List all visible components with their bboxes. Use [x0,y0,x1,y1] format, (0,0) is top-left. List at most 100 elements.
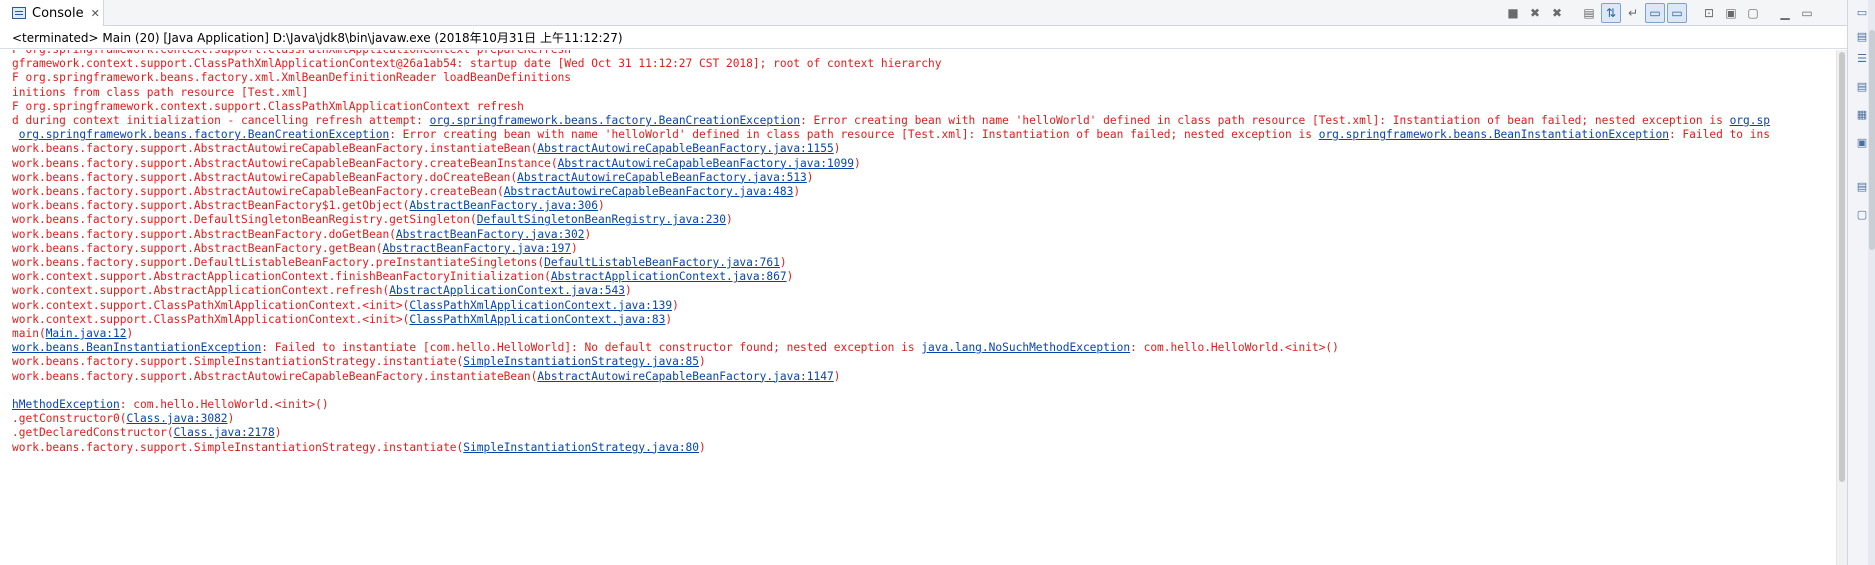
terminate-icon[interactable]: ■ [1503,3,1523,23]
launch-status: <terminated> Main (20) [Java Application… [0,27,1847,49]
bookmark-icon[interactable]: ▤ [1855,80,1869,94]
console-text: work.context.support.ClassPathXmlApplica… [12,312,410,326]
console-text: ) [833,142,841,156]
console-toolbar: ■ ✖ ✖ ▤ ⇅ ↵ ▭ ▭ ⊡ ▣ ▢ ▁ ▭ [1503,2,1817,24]
console-text: ) [725,213,733,227]
console-text: ) [624,284,632,298]
console-text: .getConstructor0( [12,412,127,426]
console-output[interactable]: F org.springframework.context.support.Cl… [0,50,1836,565]
console-text: ) [699,440,706,454]
vertical-scrollbar[interactable] [1836,50,1847,565]
console-text: ) [786,270,794,284]
stacktrace-link[interactable]: Class.java:2178 [174,426,275,439]
console-text: ) [598,199,605,213]
console-text: work.beans.factory.support.AbstractAutow… [12,369,538,383]
stacktrace-link[interactable]: AbstractAutowireCapableBeanFactory.java:… [537,370,833,383]
console-text: ) [274,426,282,440]
scrollbar-thumb[interactable] [1839,52,1845,482]
toolbar-separator [1765,3,1773,23]
console-text: work.context.support.ClassPathXmlApplica… [12,298,410,312]
console-text: ) [665,312,673,326]
console-text: ) [584,227,592,241]
stacktrace-link[interactable]: ClassPathXmlApplicationContext.java:139 [409,299,672,312]
servers-icon[interactable]: ▢ [1855,208,1869,222]
remove-all-icon[interactable]: ✖ [1547,3,1567,23]
stacktrace-link[interactable]: ClassPathXmlApplicationContext.java:83 [409,313,665,326]
console-line: work.beans.factory.support.AbstractAutow… [12,368,841,385]
stacktrace-link[interactable]: AbstractBeanFactory.java:306 [409,199,598,212]
toolbar-separator [1689,3,1697,23]
console-text: : Failed to instantiate [com.hello.Hello… [261,341,922,355]
stacktrace-link[interactable]: work.beans.BeanInstantiationException [12,341,261,354]
console-text: ) [126,327,134,340]
stacktrace-link[interactable]: hMethodException [12,398,120,411]
remove-launch-icon[interactable]: ✖ [1525,3,1545,23]
stacktrace-link[interactable]: AbstractAutowireCapableBeanFactory.java:… [537,142,833,155]
console-line: work.beans.factory.support.SimpleInstant… [12,439,706,456]
stacktrace-link[interactable]: AbstractAutowireCapableBeanFactory.java:… [517,171,807,184]
console-text: ) [793,185,801,198]
word-wrap-icon[interactable]: ↵ [1623,3,1643,23]
maximize-icon[interactable]: ▭ [1797,3,1817,23]
console-text: : Failed to ins [1668,128,1770,142]
pin-console-icon[interactable]: ⊡ [1699,3,1719,23]
console-text: work.beans.factory.support.AbstractAutow… [12,142,538,156]
history-icon[interactable]: ▤ [1855,180,1869,194]
stacktrace-link[interactable]: Class.java:3082 [127,412,228,425]
error-log-icon[interactable]: ▦ [1855,108,1869,122]
toolbar-separator [1569,3,1577,23]
close-icon[interactable]: ✕ [91,7,100,20]
stacktrace-link[interactable]: Main.java:12 [46,327,127,340]
scroll-lock-icon[interactable]: ⇅ [1601,3,1621,23]
display-console-icon[interactable]: ▣ [1721,3,1741,23]
console-text: work.beans.factory.support.AbstractBeanF… [12,227,396,241]
stacktrace-link[interactable]: SimpleInstantiationStrategy.java:85 [463,355,699,368]
stacktrace-link[interactable]: AbstractApplicationContext.java:543 [389,284,625,297]
console-text: work.beans.factory.support.AbstractBeanF… [12,199,410,213]
minimize-icon[interactable]: ▁ [1775,3,1795,23]
console-text: work.context.support.AbstractApplication… [12,284,390,298]
console-text: : Error creating bean with name 'helloWo… [389,128,1319,142]
side-scrollbar[interactable] [1868,0,1875,565]
outline-icon[interactable]: ▤ [1855,30,1869,44]
console-text: .getDeclaredConstructor( [12,426,174,440]
console-text: ) [806,170,814,184]
stacktrace-link[interactable]: DefaultSingletonBeanRegistry.java:230 [477,213,726,226]
console-text: ) [571,241,578,255]
console-text: : com.hello.HelloWorld.<init>() [119,398,329,411]
problems-icon[interactable]: ▣ [1855,136,1869,150]
clear-console-icon[interactable]: ▤ [1579,3,1599,23]
stacktrace-link[interactable]: AbstractAutowireCapableBeanFactory.java:… [504,185,794,198]
open-console-icon[interactable]: ▢ [1743,3,1763,23]
restore-icon[interactable]: ▭ [1855,6,1869,20]
console-text: ) [699,355,706,369]
console-icon [12,7,26,19]
console-text: ) [227,412,235,426]
stacktrace-link[interactable]: org.sp [1730,114,1770,127]
show-stdout-icon[interactable]: ▭ [1645,3,1665,23]
stacktrace-link[interactable]: AbstractBeanFactory.java:197 [382,242,571,255]
stacktrace-link[interactable]: DefaultListableBeanFactory.java:761 [544,256,780,269]
console-text: work.beans.factory.support.SimpleInstant… [12,355,464,369]
stacktrace-link[interactable]: AbstractApplicationContext.java:867 [551,270,787,283]
stacktrace-link[interactable]: org.springframework.beans.factory.BeanCr… [430,114,800,127]
console-text: main( [12,327,46,340]
stacktrace-link[interactable]: AbstractAutowireCapableBeanFactory.java:… [558,157,854,170]
stacktrace-link[interactable]: org.springframework.beans.BeanInstantiat… [1319,128,1669,141]
console-text: initions from class path resource [Test.… [12,85,309,99]
show-stderr-icon[interactable]: ▭ [1667,3,1687,23]
side-scrollbar-thumb[interactable] [1869,30,1875,250]
console-text: ) [672,298,679,312]
console-text: work.beans.factory.support.AbstractBeanF… [12,241,383,255]
console-text: F org.springframework.context.support.Cl… [12,99,524,113]
stacktrace-link[interactable]: AbstractBeanFactory.java:302 [396,228,585,241]
console-text: work.beans.factory.support.AbstractAutow… [12,170,518,184]
task-icon[interactable]: ☰ [1855,52,1869,66]
stacktrace-link[interactable]: java.lang.NoSuchMethodException [921,341,1130,354]
console-text: work.beans.factory.support.SimpleInstant… [12,440,464,454]
stacktrace-link[interactable]: org.springframework.beans.factory.BeanCr… [19,128,389,141]
console-tab[interactable]: Console ✕ [0,0,104,26]
console-text: ) [779,256,787,269]
stacktrace-link[interactable]: SimpleInstantiationStrategy.java:80 [463,441,699,454]
